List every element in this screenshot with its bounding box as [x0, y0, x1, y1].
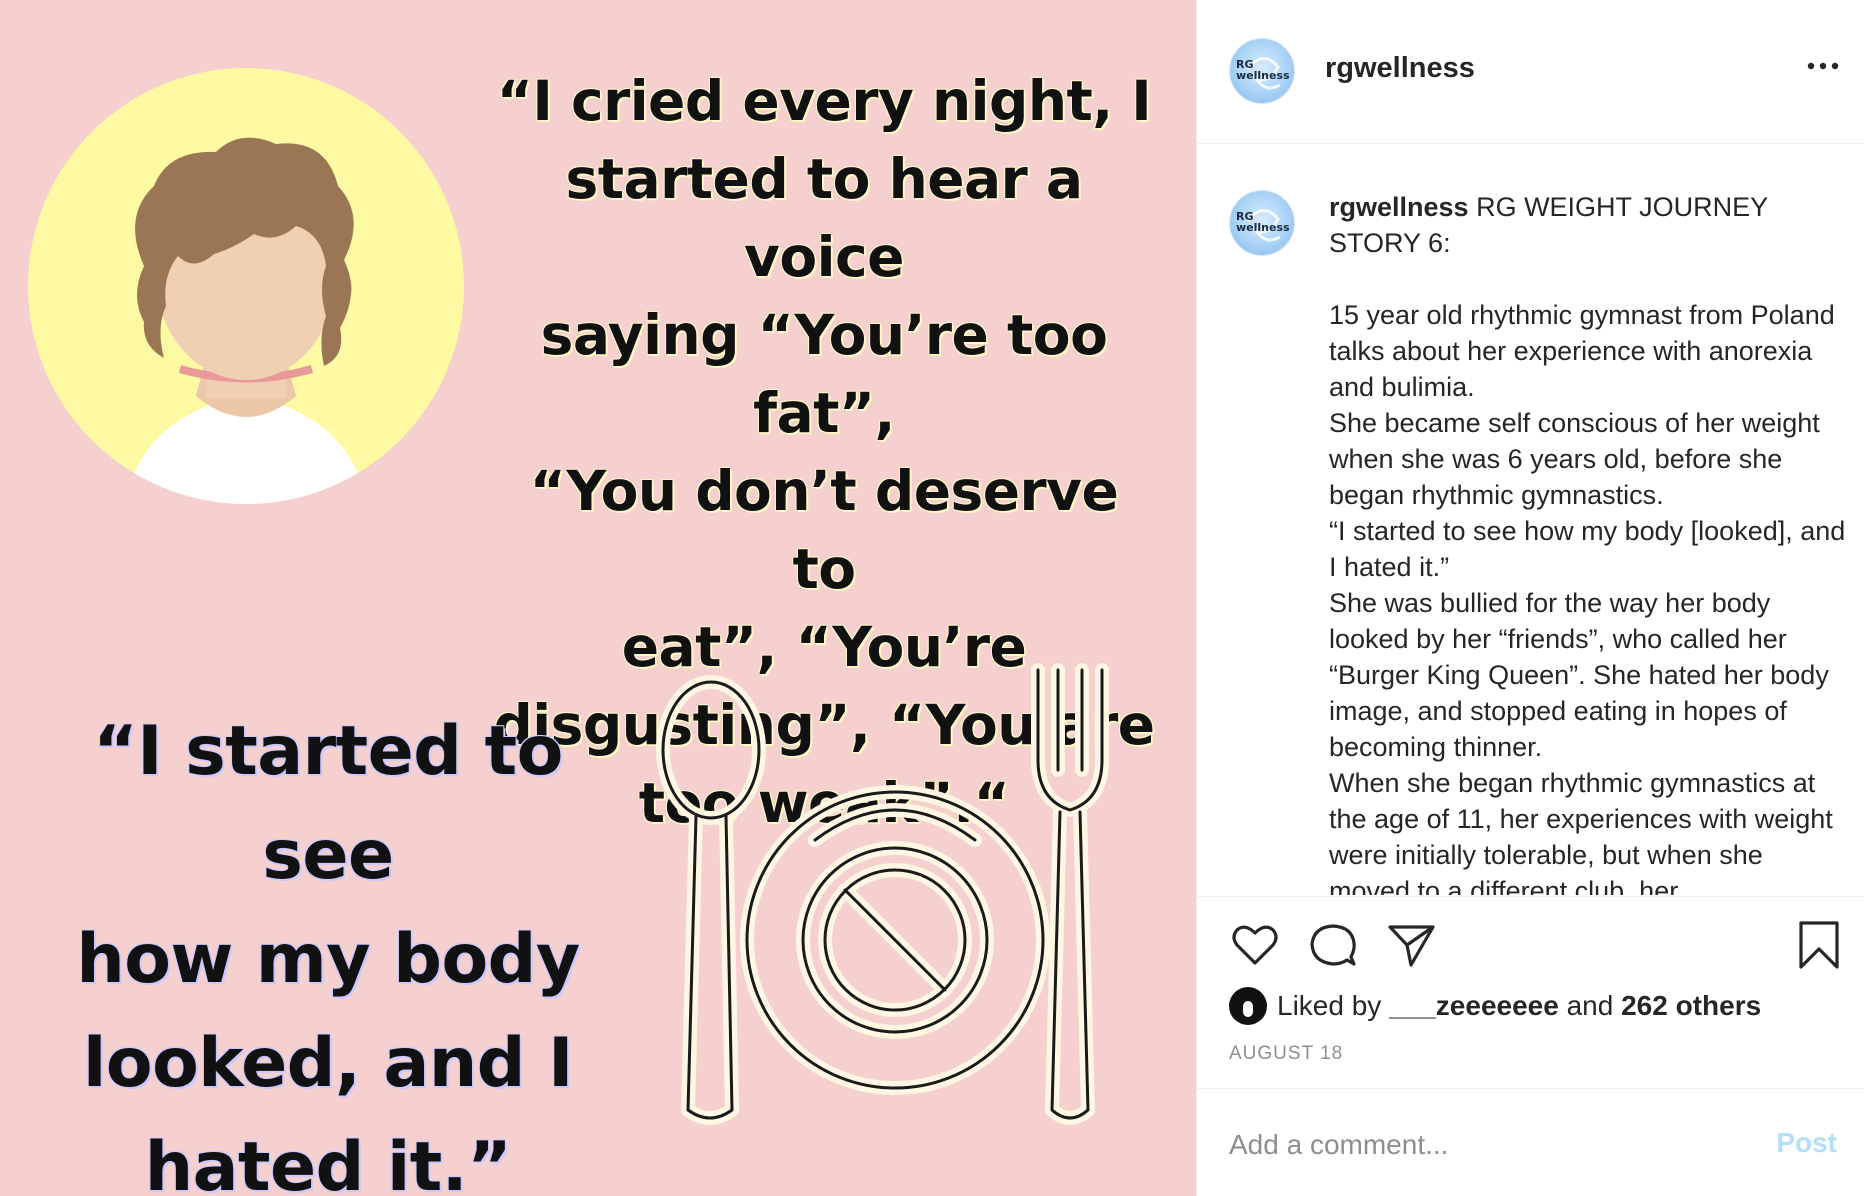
liker-username[interactable]: ___zeeeeeee: [1389, 990, 1559, 1022]
liker-avatar[interactable]: [1229, 987, 1267, 1025]
caption-username[interactable]: rgwellness: [1329, 192, 1469, 222]
caption-title-line: rgwellness RG WEIGHT JOURNEY STORY 6:: [1329, 189, 1849, 261]
paper-plane-icon[interactable]: [1385, 919, 1437, 971]
profile-avatar[interactable]: RG wellness: [1229, 38, 1295, 104]
post-sidebar: RG wellness rgwellness RG wellness rgwelln…: [1196, 0, 1864, 1196]
caption-avatar[interactable]: RG wellness: [1229, 190, 1295, 256]
avatar-logo-text: RG wellness: [1236, 210, 1290, 234]
comment-bar: Post: [1197, 1088, 1864, 1196]
woman-illustration: [28, 68, 464, 504]
more-options-icon[interactable]: [1806, 56, 1840, 76]
comment-bubble-icon[interactable]: [1307, 919, 1359, 971]
likes-others-link[interactable]: 262 others: [1621, 990, 1761, 1022]
caption-scroll-area[interactable]: RG wellness rgwellness RG WEIGHT JOURNEY …: [1197, 145, 1864, 895]
bookmark-icon[interactable]: [1793, 919, 1845, 971]
caption: rgwellness RG WEIGHT JOURNEY STORY 6: 15…: [1329, 189, 1849, 895]
likes-row: Liked by ___zeeeeeee and 262 others: [1229, 987, 1761, 1025]
avatar-logo-text: RG wellness: [1236, 58, 1290, 82]
plate-spoon-fork-illustration: [656, 663, 1109, 1125]
caption-body: 15 year old rhythmic gymnast from Poland…: [1329, 300, 1846, 895]
comment-input[interactable]: [1229, 1125, 1729, 1165]
quote-bottom-text: “I started to see how my body looked, an…: [76, 712, 580, 1196]
post-actions: Liked by ___zeeeeeee and 262 others AUGU…: [1197, 896, 1864, 1088]
post-date[interactable]: AUGUST 18: [1229, 1043, 1343, 1065]
likes-middle: and: [1558, 990, 1622, 1021]
post-header: RG wellness rgwellness: [1197, 0, 1864, 144]
header-username[interactable]: rgwellness: [1325, 52, 1475, 85]
likes-prefix: Liked by: [1277, 990, 1390, 1021]
post-image[interactable]: “I cried every night, I started to hear …: [0, 0, 1196, 1196]
heart-icon[interactable]: [1229, 919, 1281, 971]
post-comment-button[interactable]: Post: [1776, 1127, 1837, 1159]
